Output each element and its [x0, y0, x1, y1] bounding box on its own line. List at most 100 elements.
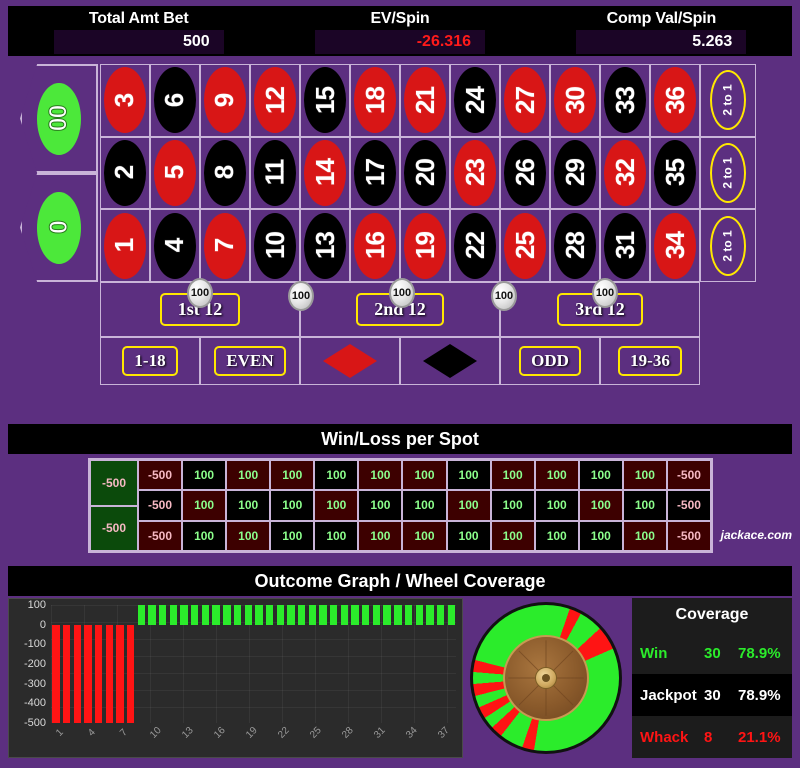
bet-cell-23[interactable]: 23 — [450, 136, 500, 210]
roulette-wheel — [463, 598, 628, 758]
x-tick-label: 4 — [86, 727, 99, 739]
bet-cell-12[interactable]: 12 — [250, 64, 300, 137]
bet-chip-5[interactable]: 100 — [592, 278, 618, 308]
win-loss-cell: 100 — [578, 520, 623, 551]
x-tick-label: 13 — [180, 725, 196, 741]
column-bet-1[interactable]: 2 to 1 — [700, 64, 756, 137]
outside-bet-1-18[interactable]: 1-18 — [100, 337, 200, 385]
win-loss-number-grid: -500 100 100 100 100 100 100 100 100 100 100 100 -50… — [138, 460, 711, 551]
number-oval: 19 — [404, 212, 446, 279]
win-loss-cell: 100 — [490, 460, 535, 491]
chart-bar-slot — [446, 605, 456, 723]
win-loss-value: -500 — [676, 468, 701, 483]
outside-bet-19-36[interactable]: 19-36 — [600, 337, 700, 385]
bet-cell-3[interactable]: 3 — [100, 64, 150, 137]
stat-label: EV/Spin — [370, 10, 430, 27]
bet-cell-22[interactable]: 22 — [450, 209, 500, 282]
win-loss-value: 100 — [546, 468, 567, 483]
chart-bar — [319, 605, 327, 625]
bet-cell-1[interactable]: 1 — [100, 209, 150, 282]
bet-cell-8[interactable]: 8 — [200, 136, 250, 210]
bet-cell-13[interactable]: 13 — [300, 209, 350, 282]
bet-cell-24[interactable]: 24 — [450, 64, 500, 137]
number-oval: 26 — [504, 139, 546, 206]
chart-bar-slot — [190, 605, 200, 723]
bet-cell-4[interactable]: 4 — [150, 209, 200, 282]
outside-bet-odd[interactable]: ODD — [500, 337, 600, 385]
outside-bet-black[interactable] — [400, 337, 500, 385]
chart-bar-slot — [179, 605, 189, 723]
number-label: 31 — [609, 232, 640, 260]
x-tick-label: 31 — [372, 725, 388, 741]
stat-value-box: 5.263 — [576, 30, 747, 54]
bet-cell-29[interactable]: 29 — [550, 136, 600, 210]
chart-bar — [180, 605, 188, 625]
bet-cell-9[interactable]: 9 — [200, 64, 250, 137]
bet-chip-3[interactable]: 100 — [389, 278, 415, 308]
bet-cell-26[interactable]: 26 — [500, 136, 550, 210]
bet-cell-21[interactable]: 21 — [400, 64, 450, 137]
bet-cell-19[interactable]: 19 — [400, 209, 450, 282]
watermark: jackace.com — [720, 528, 792, 542]
x-tick-label: 19 — [244, 725, 260, 741]
bet-cell-36[interactable]: 36 — [650, 64, 700, 137]
y-tick-label: -300 — [23, 677, 46, 690]
number-oval: 27 — [504, 67, 546, 134]
bet-cell-30[interactable]: 30 — [550, 64, 600, 137]
bet-cell-14[interactable]: 14 — [300, 136, 350, 210]
column-bet-oval: 2 to 1 — [710, 142, 746, 203]
number-label: 5 — [159, 166, 190, 180]
win-loss-section: Win/Loss per Spot -500 -500 -500 100 100 10… — [0, 424, 800, 559]
bet-cell-00[interactable]: 00 — [20, 64, 98, 173]
column-bet-2[interactable]: 2 to 1 — [700, 136, 756, 210]
win-loss-value: 100 — [282, 528, 303, 543]
win-loss-value: 100 — [238, 498, 259, 513]
outside-bet-red[interactable] — [300, 337, 400, 385]
bet-cell-11[interactable]: 11 — [250, 136, 300, 210]
chart-bar-slot — [265, 605, 275, 723]
bet-cell-18[interactable]: 18 — [350, 64, 400, 137]
bet-cell-33[interactable]: 33 — [600, 64, 650, 137]
bet-cell-2[interactable]: 2 — [100, 136, 150, 210]
column-bet-label: 2 to 1 — [721, 229, 735, 262]
bet-chip-1[interactable]: 100 — [187, 278, 213, 308]
coverage-row-win: Win 30 78.9% — [632, 632, 792, 674]
bet-chip-2[interactable]: 100 — [288, 281, 314, 311]
coverage-count: 30 — [704, 686, 721, 704]
win-loss-cell: -500 — [666, 490, 711, 521]
chart-bar — [84, 624, 92, 723]
chart-bar-slot — [425, 605, 435, 723]
bet-cell-35[interactable]: 35 — [650, 136, 700, 210]
number-oval: 23 — [454, 139, 496, 206]
column-bet-3[interactable]: 2 to 1 — [700, 209, 756, 282]
chart-bar-slot — [169, 605, 179, 723]
bet-cell-27[interactable]: 27 — [500, 64, 550, 137]
stat-value: 5.263 — [692, 33, 733, 50]
win-loss-cell: 100 — [358, 460, 403, 491]
bet-cell-7[interactable]: 7 — [200, 209, 250, 282]
bet-cell-16[interactable]: 16 — [350, 209, 400, 282]
bet-cell-20[interactable]: 20 — [400, 136, 450, 210]
bet-cell-6[interactable]: 6 — [150, 64, 200, 137]
number-label: 15 — [309, 86, 340, 114]
bet-cell-10[interactable]: 10 — [250, 209, 300, 282]
bet-cell-32[interactable]: 32 — [600, 136, 650, 210]
win-loss-cell: 100 — [534, 490, 579, 521]
number-label: 27 — [509, 86, 540, 114]
number-oval: 31 — [604, 212, 646, 279]
bet-cell-17[interactable]: 17 — [350, 136, 400, 210]
win-loss-cell: 100 — [182, 460, 227, 491]
bet-cell-5[interactable]: 5 — [150, 136, 200, 210]
bet-cell-34[interactable]: 34 — [650, 209, 700, 282]
bet-chip-4[interactable]: 100 — [491, 281, 517, 311]
bet-cell-15[interactable]: 15 — [300, 64, 350, 137]
bet-cell-28[interactable]: 28 — [550, 209, 600, 282]
zero-label: 00 — [44, 105, 73, 132]
win-loss-cell: 100 — [270, 520, 315, 551]
win-loss-cell: 100 — [182, 520, 227, 551]
outside-bet-even[interactable]: EVEN — [200, 337, 300, 385]
bet-cell-25[interactable]: 25 — [500, 209, 550, 282]
bet-cell-31[interactable]: 31 — [600, 209, 650, 282]
bet-cell-0[interactable]: 0 — [20, 173, 98, 282]
zero-column: 00 0 — [20, 64, 98, 282]
